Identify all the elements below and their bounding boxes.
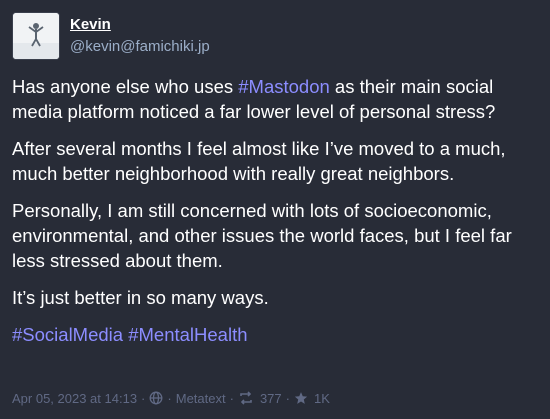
- separator: ·: [141, 390, 146, 406]
- paragraph-1: Has anyone else who uses #Mastodon as th…: [12, 74, 540, 124]
- separator: ·: [229, 390, 234, 406]
- paragraph-2: After several months I feel almost like …: [12, 138, 506, 184]
- paragraph-1-prefix: Has anyone else who uses: [12, 76, 239, 97]
- hashtag-mentalhealth[interactable]: #MentalHealth: [128, 324, 247, 345]
- paragraph-3: Personally, I am still concerned with lo…: [12, 200, 512, 271]
- post-content: Has anyone else who uses #Mastodon as th…: [12, 74, 540, 359]
- globe-icon: [149, 391, 163, 405]
- separator: ·: [167, 390, 172, 406]
- post-footer: Apr 05, 2023 at 14:13 · · Metatext · 377…: [12, 388, 330, 408]
- hashtag-socialmedia[interactable]: #SocialMedia: [12, 324, 123, 345]
- timestamp[interactable]: Apr 05, 2023 at 14:13: [12, 391, 137, 406]
- avatar-image: [13, 13, 59, 59]
- favourite-count: 1K: [313, 390, 330, 406]
- hashtag-mastodon[interactable]: #Mastodon: [238, 76, 330, 97]
- separator: ·: [285, 390, 290, 406]
- account-handle[interactable]: @kevin@famichiki.jp: [70, 37, 210, 57]
- paragraph-4: It’s just better in so many ways.: [12, 287, 269, 308]
- post-header: Kevin @kevin@famichiki.jp: [12, 12, 210, 60]
- boost-count: 377: [259, 390, 282, 406]
- display-name[interactable]: Kevin: [70, 15, 210, 35]
- avatar[interactable]: [12, 12, 60, 60]
- boost-icon: [238, 391, 254, 405]
- star-icon: [294, 391, 308, 405]
- author-names: Kevin @kevin@famichiki.jp: [70, 15, 210, 57]
- application-name[interactable]: Metatext: [176, 391, 226, 406]
- hashtags: #SocialMedia #MentalHealth: [12, 322, 540, 347]
